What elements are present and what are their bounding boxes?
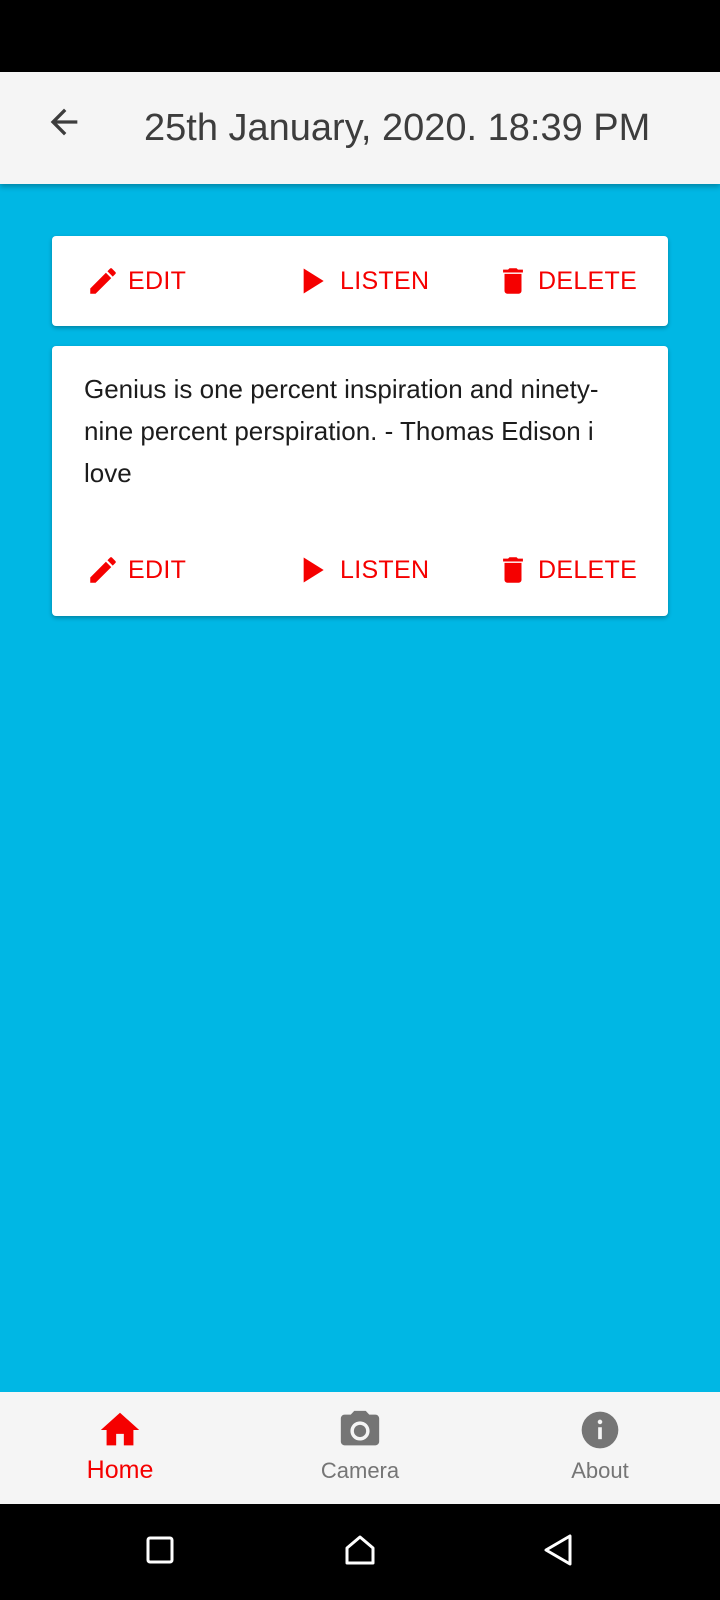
listen-label: LISTEN xyxy=(340,555,430,584)
nav-label-about: About xyxy=(571,1458,629,1483)
bottom-navigation: Home Camera About xyxy=(0,1392,720,1504)
nav-label-camera: Camera xyxy=(320,1458,400,1483)
system-home-button[interactable] xyxy=(336,1528,384,1576)
app-bar: 25th January, 2020. 18:39 PM xyxy=(0,72,720,184)
edit-label: EDIT xyxy=(128,266,187,295)
triangle-back-icon xyxy=(542,1533,574,1572)
delete-button[interactable]: DELETE xyxy=(496,540,637,600)
back-button[interactable] xyxy=(34,94,94,154)
trash-icon xyxy=(496,553,530,587)
status-bar xyxy=(0,0,720,72)
nav-item-about[interactable]: About xyxy=(480,1392,720,1504)
note-text: Genius is one percent inspiration and ni… xyxy=(84,374,599,488)
recents-button[interactable] xyxy=(136,1528,184,1576)
nav-item-camera[interactable]: Camera xyxy=(240,1392,480,1504)
app-screen: 25th January, 2020. 18:39 PM EDIT LISTEN xyxy=(0,0,720,1600)
card-actions: EDIT LISTEN DELETE xyxy=(52,540,668,600)
info-icon xyxy=(578,1408,622,1452)
system-navigation-bar xyxy=(0,1504,720,1600)
listen-button[interactable]: LISTEN xyxy=(292,251,429,311)
pencil-icon xyxy=(86,264,120,298)
note-card: Genius is one percent inspiration and ni… xyxy=(52,346,668,616)
listen-button[interactable]: LISTEN xyxy=(292,540,429,600)
edit-button[interactable]: EDIT xyxy=(86,540,186,600)
nav-label-home: Home xyxy=(86,1456,154,1484)
edit-label: EDIT xyxy=(128,555,187,584)
pencil-icon xyxy=(86,553,120,587)
camera-icon xyxy=(337,1408,383,1452)
home-icon xyxy=(97,1408,143,1452)
note-card: EDIT LISTEN DELETE xyxy=(52,236,668,326)
notes-list: EDIT LISTEN DELETE Genius is one percent… xyxy=(0,184,720,1392)
page-title: 25th January, 2020. 18:39 PM xyxy=(144,107,651,149)
arrow-back-icon xyxy=(44,102,84,147)
play-icon xyxy=(292,261,332,301)
delete-label: DELETE xyxy=(538,555,638,584)
circle-home-icon xyxy=(343,1533,377,1572)
delete-label: DELETE xyxy=(538,266,638,295)
square-icon xyxy=(145,1535,175,1570)
delete-button[interactable]: DELETE xyxy=(496,251,637,311)
listen-label: LISTEN xyxy=(340,266,430,295)
system-back-button[interactable] xyxy=(534,1528,582,1576)
trash-icon xyxy=(496,264,530,298)
card-actions: EDIT LISTEN DELETE xyxy=(52,251,668,311)
nav-item-home[interactable]: Home xyxy=(0,1392,240,1504)
play-icon xyxy=(292,550,332,590)
edit-button[interactable]: EDIT xyxy=(86,251,186,311)
